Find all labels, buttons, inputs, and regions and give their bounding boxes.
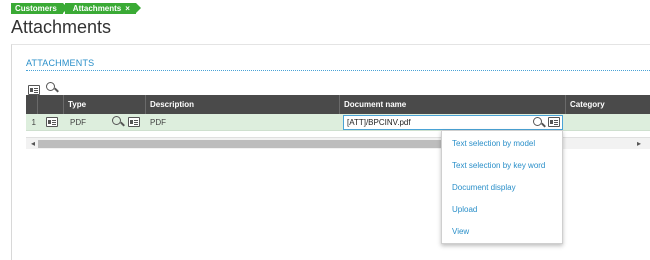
menu-item-text-selection-by-model[interactable]: Text selection by model [442, 133, 562, 155]
column-header-description[interactable]: Description [146, 95, 340, 114]
description-cell[interactable]: PDF [146, 114, 340, 131]
scroll-left-arrow[interactable]: ◂ [28, 139, 38, 148]
close-icon[interactable]: × [125, 4, 130, 13]
row-detail-cell [38, 114, 64, 131]
column-header-category[interactable]: Category [566, 95, 650, 114]
column-header-select [38, 95, 64, 114]
table-row[interactable]: 1 PDF PDF [ATT]/BPCINV.pdf [26, 114, 650, 131]
breadcrumb-item-attachments[interactable]: Attachments × [64, 3, 142, 14]
menu-item-view[interactable]: View [442, 221, 562, 243]
column-header-number [26, 95, 38, 114]
scroll-right-arrow[interactable]: ▸ [634, 139, 644, 148]
document-detail-icon[interactable] [548, 117, 560, 127]
column-header-document-name[interactable]: Document name [340, 95, 566, 114]
document-name-value: [ATT]/BPCINV.pdf [347, 118, 411, 127]
document-name-cell[interactable]: [ATT]/BPCINV.pdf [340, 114, 566, 131]
document-actions-menu: Text selection by model Text selection b… [441, 130, 563, 244]
type-search-icon[interactable] [112, 116, 124, 128]
type-value: PDF [70, 118, 86, 127]
column-header-type[interactable]: Type [64, 95, 146, 114]
document-name-input[interactable]: [ATT]/BPCINV.pdf [343, 115, 563, 130]
page-title: Attachments [11, 17, 112, 37]
type-detail-icon[interactable] [128, 117, 140, 127]
section-title: ATTACHMENTS [26, 58, 95, 68]
breadcrumb-item-customers[interactable]: Customers [11, 3, 68, 14]
grid-header: Type Description Document name Category [26, 95, 650, 114]
category-cell[interactable] [566, 114, 650, 131]
menu-item-document-display[interactable]: Document display [442, 177, 562, 199]
menu-item-upload[interactable]: Upload [442, 199, 562, 221]
menu-item-text-selection-by-key-word[interactable]: Text selection by key word [442, 155, 562, 177]
row-detail-icon[interactable] [46, 117, 58, 127]
type-cell[interactable]: PDF [64, 114, 146, 131]
search-icon[interactable] [46, 81, 58, 91]
document-search-icon[interactable] [533, 117, 545, 129]
card-view-icon[interactable] [28, 82, 40, 95]
attachments-grid: Type Description Document name Category … [26, 95, 650, 131]
row-number: 1 [31, 118, 36, 127]
description-value: PDF [150, 118, 166, 127]
scrollbar-thumb[interactable] [38, 140, 450, 148]
section-divider [26, 70, 650, 71]
breadcrumb: Customers Attachments × [11, 3, 142, 14]
